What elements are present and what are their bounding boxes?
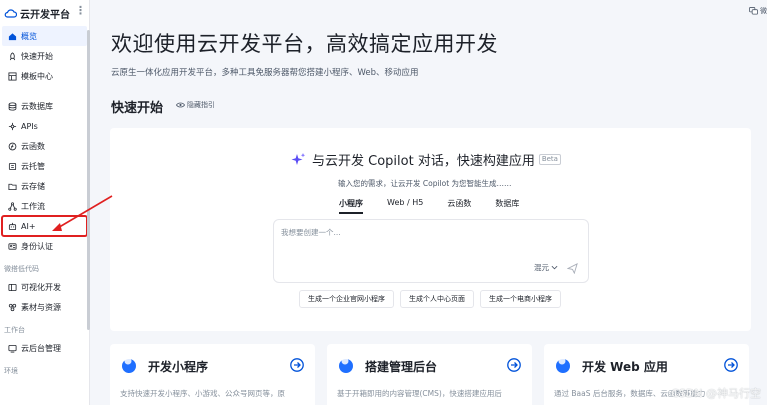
web-app-icon	[556, 357, 570, 373]
tab-web-h5[interactable]: Web / H5	[387, 198, 423, 214]
sidebar-item-hosting[interactable]: 云托管	[2, 156, 87, 176]
container-icon	[7, 161, 17, 171]
tab-cloud-function[interactable]: 云函数	[447, 198, 471, 214]
sidebar-item-label: APIs	[21, 121, 38, 131]
feature-desc: 基于开箱即用的内容管理(CMS)，快速搭建应用后	[337, 389, 502, 398]
group-label-env: 环境	[4, 366, 18, 375]
sidebar-item-database[interactable]: 云数据库	[2, 96, 87, 116]
sidebar-item-ai[interactable]: AI+	[1, 215, 88, 237]
chat-icon	[749, 7, 758, 15]
sidebar-item-label: 素材与资源	[21, 302, 61, 312]
robot-icon	[7, 221, 17, 231]
hide-guide-button[interactable]: 隐藏指引	[176, 100, 215, 110]
sidebar-item-label: AI+	[21, 221, 36, 231]
app-brand[interactable]: 云开发平台 ⋮	[0, 0, 89, 26]
header-right[interactable]: 微	[749, 6, 767, 16]
sparkle-icon	[291, 152, 306, 165]
tab-miniprogram[interactable]: 小程序	[339, 198, 363, 214]
sidebar-item-quickstart[interactable]: 快速开始	[2, 46, 87, 66]
sidebar-item-storage[interactable]: 云存储	[2, 176, 87, 196]
sidebar-item-label: 快速开始	[21, 51, 53, 61]
suggestion-chip-ecommerce[interactable]: 生成一个电商小程序	[480, 290, 561, 308]
tab-database[interactable]: 数据库	[495, 198, 519, 214]
copilot-prompt-input[interactable]: 我想要创建一个... 混元	[273, 219, 589, 283]
suggestion-chip-profile[interactable]: 生成个人中心页面	[400, 290, 474, 308]
admin-panel-icon	[339, 357, 353, 373]
feature-title: 开发小程序	[148, 360, 209, 374]
assets-icon	[7, 302, 17, 312]
cloud-logo-icon	[4, 8, 17, 18]
suggestion-chip-enterprise[interactable]: 生成一个企业官网小程序	[299, 290, 394, 308]
copilot-card: 与云开发 Copilot 对话，快速构建应用 Beta 输入您的需求，让云开发 …	[110, 128, 751, 331]
watermark: CSDN @神马行空	[671, 387, 761, 400]
sidebar-item-functions[interactable]: 云函数	[2, 136, 87, 156]
database-icon	[7, 101, 17, 111]
sidebar-item-label: 工作流	[21, 201, 45, 211]
sidebar-item-apis[interactable]: APIs	[2, 116, 87, 136]
sidebar-item-label: 云存储	[21, 181, 45, 191]
sidebar-item-label: 模板中心	[21, 71, 53, 81]
hide-guide-label: 隐藏指引	[187, 101, 215, 109]
group-label-lowcode: 微搭低代码	[4, 264, 39, 273]
id-card-icon	[7, 241, 17, 251]
miniprogram-icon	[122, 357, 136, 373]
copilot-tabs: 小程序 Web / H5 云函数 数据库	[339, 198, 543, 214]
model-label: 混元	[534, 263, 549, 272]
sidebar-item-assets[interactable]: 素材与资源	[2, 297, 87, 317]
beta-badge: Beta	[538, 154, 561, 165]
copilot-subtitle: 输入您的需求，让云开发 Copilot 为您智能生成……	[338, 179, 512, 188]
chevron-down-icon	[551, 265, 558, 270]
sidebar-item-label: 云数据库	[21, 101, 53, 111]
sidebar-item-auth[interactable]: 身份认证	[2, 236, 87, 256]
sidebar: 云开发平台 ⋮ 概览 快速开始 模板中心 云数据库 APIs 云函数 云托管 云…	[0, 0, 90, 405]
sidebar-item-label: 云函数	[21, 141, 45, 151]
send-icon[interactable]	[567, 263, 578, 274]
workflow-icon	[7, 201, 17, 211]
sidebar-item-label: 云后台管理	[21, 343, 61, 353]
visual-dev-icon	[7, 282, 17, 292]
feature-card-miniprogram[interactable]: 开发小程序 支持快速开发小程序、小游戏、公众号网页等，原	[110, 344, 315, 405]
prompt-placeholder: 我想要创建一个...	[281, 228, 341, 237]
folder-icon	[7, 181, 17, 191]
feature-title: 搭建管理后台	[365, 360, 438, 374]
sidebar-item-admin[interactable]: 云后台管理	[2, 338, 87, 358]
feature-title: 开发 Web 应用	[582, 360, 668, 374]
home-icon	[7, 31, 17, 41]
copilot-title: 与云开发 Copilot 对话，快速构建应用	[312, 154, 535, 169]
app-title: 云开发平台	[20, 9, 70, 21]
arrow-right-circle-icon[interactable]	[724, 358, 738, 372]
sidebar-item-label: 身份认证	[21, 241, 53, 251]
arrow-right-circle-icon[interactable]	[290, 358, 304, 372]
header-right-text: 微	[760, 7, 767, 15]
model-selector[interactable]: 混元	[534, 262, 558, 273]
more-vertical-icon[interactable]: ⋮	[75, 5, 86, 16]
sidebar-item-label: 云托管	[21, 161, 45, 171]
admin-icon	[7, 343, 17, 353]
api-icon	[7, 121, 17, 131]
page-title: 欢迎使用云开发平台，高效搞定应用开发	[111, 32, 498, 56]
feature-desc: 支持快速开发小程序、小游戏、公众号网页等，原	[120, 389, 285, 398]
sidebar-item-overview[interactable]: 概览	[2, 26, 87, 46]
sidebar-item-label: 可视化开发	[21, 282, 61, 292]
function-icon	[7, 141, 17, 151]
page-subtitle: 云原生一体化应用开发平台，多种工具免服务器帮您搭建小程序、Web、移动应用	[111, 68, 419, 78]
rocket-icon	[7, 51, 17, 61]
sidebar-item-workflow[interactable]: 工作流	[2, 196, 87, 216]
sidebar-item-label: 概览	[21, 31, 37, 41]
main-content: 微 欢迎使用云开发平台，高效搞定应用开发 云原生一体化应用开发平台，多种工具免服…	[90, 0, 767, 405]
feature-card-admin[interactable]: 搭建管理后台 基于开箱即用的内容管理(CMS)，快速搭建应用后	[327, 344, 532, 405]
suggestion-chips: 生成一个企业官网小程序 生成个人中心页面 生成一个电商小程序	[299, 290, 567, 308]
sidebar-item-templates[interactable]: 模板中心	[2, 66, 87, 86]
template-icon	[7, 71, 17, 81]
arrow-right-circle-icon[interactable]	[507, 358, 521, 372]
eye-icon	[176, 102, 185, 108]
copilot-title-row: 与云开发 Copilot 对话，快速构建应用 Beta	[290, 150, 561, 169]
quick-start-title: 快速开始	[111, 101, 164, 116]
sidebar-item-visual-dev[interactable]: 可视化开发	[2, 277, 87, 297]
group-label-workbench: 工作台	[4, 325, 25, 334]
